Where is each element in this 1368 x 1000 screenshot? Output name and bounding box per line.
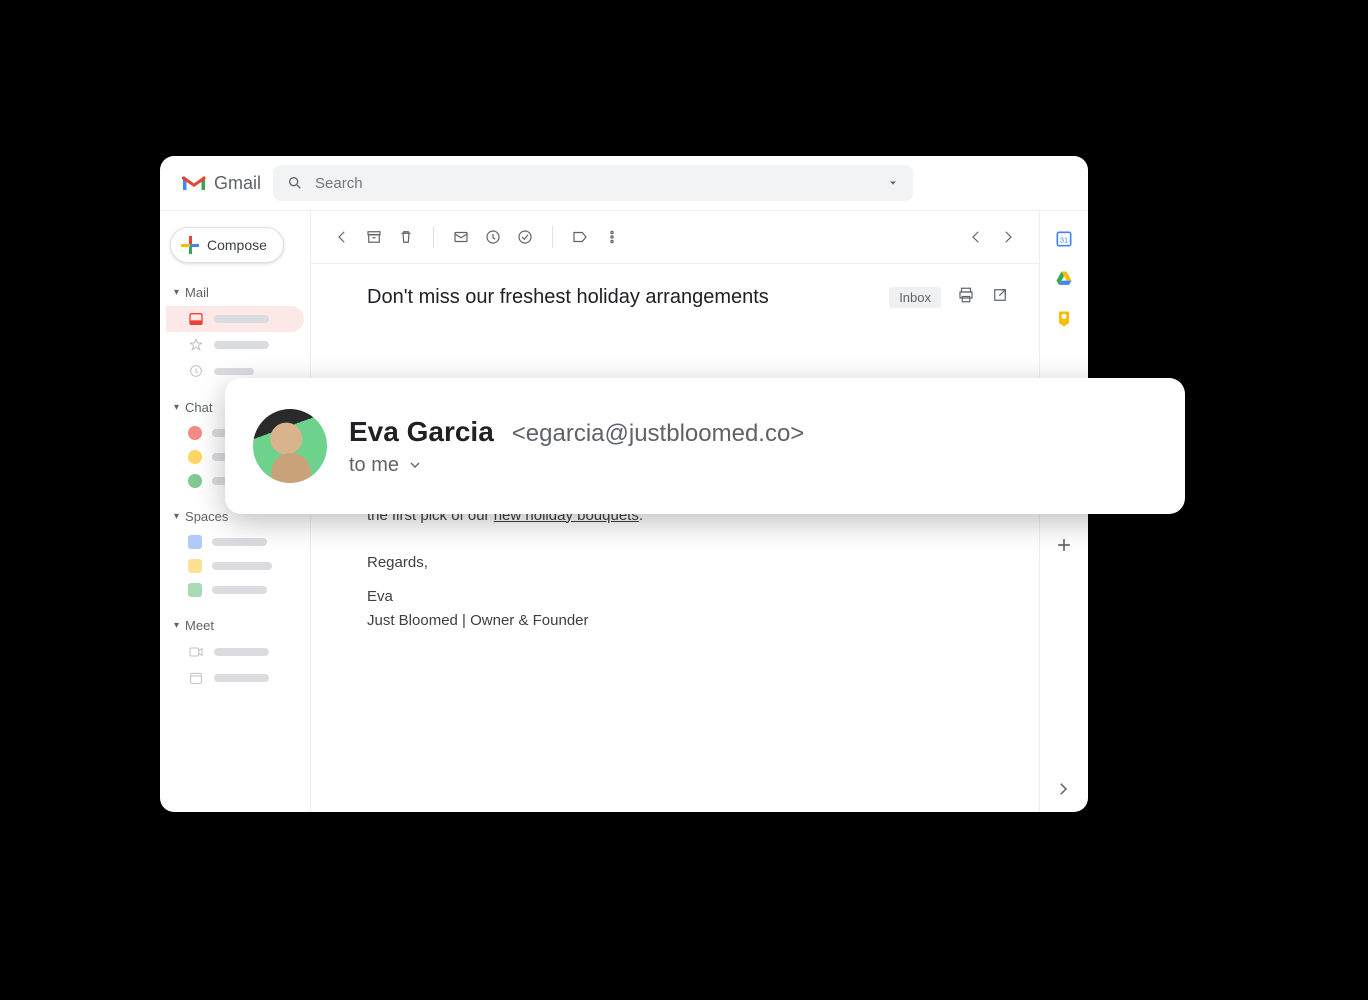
- keep-icon[interactable]: [1054, 309, 1074, 329]
- drive-icon[interactable]: [1054, 269, 1074, 289]
- sender-avatar[interactable]: [253, 409, 327, 483]
- status-dot-icon: [188, 426, 202, 440]
- placeholder: [214, 648, 269, 656]
- placeholder: [212, 562, 272, 570]
- gmail-logo: Gmail: [180, 173, 261, 194]
- search-icon: [287, 175, 303, 191]
- video-plus-icon: [188, 644, 204, 660]
- space-item[interactable]: [166, 578, 304, 602]
- sidebar-item-inbox[interactable]: [166, 306, 304, 332]
- placeholder: [214, 674, 269, 682]
- compose-button[interactable]: Compose: [170, 227, 284, 263]
- space-item[interactable]: [166, 554, 304, 578]
- placeholder: [212, 538, 267, 546]
- star-icon: [188, 337, 204, 353]
- meet-join-meeting[interactable]: [166, 665, 304, 691]
- space-icon: [188, 583, 202, 597]
- section-mail-label: Mail: [185, 285, 209, 300]
- back-icon[interactable]: [333, 228, 351, 246]
- status-dot-icon: [188, 450, 202, 464]
- app-header: Gmail: [160, 156, 1088, 211]
- placeholder: [212, 586, 267, 594]
- search-options-icon[interactable]: [887, 177, 899, 189]
- email-regards: Regards,: [367, 552, 771, 574]
- email-sig-title: Just Bloomed | Owner & Founder: [367, 610, 771, 632]
- placeholder: [214, 341, 269, 349]
- calendar-blank-icon: [188, 670, 204, 686]
- placeholder: [214, 315, 269, 323]
- clock-icon: [188, 363, 204, 379]
- email-subject: Don't miss our freshest holiday arrangem…: [367, 286, 873, 309]
- plus-icon: [181, 236, 199, 254]
- inbox-icon: [188, 311, 204, 327]
- chevron-down-icon: ▾: [174, 511, 179, 522]
- section-meet[interactable]: ▾ Meet: [166, 612, 304, 639]
- mark-unread-icon[interactable]: [452, 228, 470, 246]
- section-chat-label: Chat: [185, 400, 212, 415]
- snooze-icon[interactable]: [484, 228, 502, 246]
- space-icon: [188, 559, 202, 573]
- print-icon[interactable]: [957, 286, 975, 309]
- sender-email: <egarcia@justbloomed.co>: [512, 420, 805, 448]
- email-sig-name: Eva: [367, 586, 771, 608]
- recipient-label: to me: [349, 454, 399, 477]
- chevron-down-icon: [407, 457, 423, 473]
- section-spaces-label: Spaces: [185, 509, 228, 524]
- sender-info: Eva Garcia <egarcia@justbloomed.co> to m…: [349, 416, 804, 477]
- sender-card: Eva Garcia <egarcia@justbloomed.co> to m…: [225, 378, 1185, 514]
- space-item[interactable]: [166, 530, 304, 554]
- calendar-icon[interactable]: 31: [1054, 229, 1074, 249]
- add-task-icon[interactable]: [516, 228, 534, 246]
- placeholder: [214, 368, 254, 375]
- collapse-panel-icon[interactable]: [1054, 780, 1074, 800]
- open-new-icon[interactable]: [991, 286, 1009, 309]
- more-icon[interactable]: [603, 228, 621, 246]
- chevron-down-icon: ▾: [174, 402, 179, 413]
- status-dot-icon: [188, 474, 202, 488]
- chevron-down-icon: ▾: [174, 620, 179, 631]
- sender-name: Eva Garcia: [349, 416, 494, 448]
- inbox-chip[interactable]: Inbox: [889, 287, 941, 308]
- archive-icon[interactable]: [365, 228, 383, 246]
- delete-icon[interactable]: [397, 228, 415, 246]
- chevron-down-icon: ▾: [174, 287, 179, 298]
- add-icon[interactable]: [1054, 535, 1074, 555]
- next-icon[interactable]: [999, 228, 1017, 246]
- compose-label: Compose: [207, 237, 267, 253]
- gmail-m-icon: [180, 173, 208, 193]
- section-meet-label: Meet: [185, 618, 214, 633]
- prev-icon[interactable]: [967, 228, 985, 246]
- space-icon: [188, 535, 202, 549]
- sidebar-item-starred[interactable]: [166, 332, 304, 358]
- subject-row: Don't miss our freshest holiday arrangem…: [311, 264, 1039, 319]
- meet-new-meeting[interactable]: [166, 639, 304, 665]
- recipient-row[interactable]: to me: [349, 454, 804, 477]
- separator: [552, 226, 553, 248]
- separator: [433, 226, 434, 248]
- product-name: Gmail: [214, 173, 261, 194]
- email-toolbar: [311, 211, 1039, 263]
- label-icon[interactable]: [571, 228, 589, 246]
- search-input[interactable]: [315, 175, 875, 192]
- svg-text:31: 31: [1060, 235, 1068, 244]
- search-bar[interactable]: [273, 165, 913, 201]
- section-mail[interactable]: ▾ Mail: [166, 279, 304, 306]
